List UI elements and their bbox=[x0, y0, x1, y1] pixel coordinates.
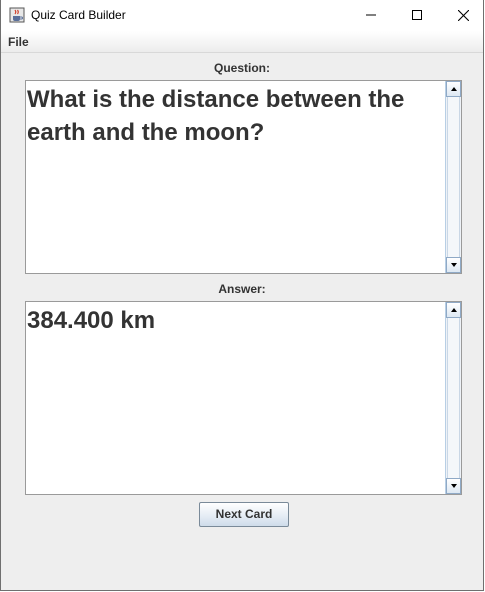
scroll-up-button[interactable] bbox=[446, 302, 461, 318]
answer-label: Answer: bbox=[218, 282, 266, 296]
next-card-button[interactable]: Next Card bbox=[199, 502, 289, 527]
scroll-down-button[interactable] bbox=[446, 257, 461, 273]
maximize-button[interactable] bbox=[394, 0, 440, 31]
question-scrollbar[interactable] bbox=[445, 81, 461, 273]
scrollbar-thumb[interactable] bbox=[447, 97, 460, 257]
arrow-down-icon bbox=[451, 484, 457, 488]
scroll-down-button[interactable] bbox=[446, 478, 461, 494]
question-textarea[interactable]: What is the distance between the earth a… bbox=[25, 80, 462, 274]
java-coffee-cup-icon bbox=[9, 7, 25, 23]
close-button[interactable] bbox=[440, 0, 483, 31]
arrow-down-icon bbox=[451, 263, 457, 267]
close-icon bbox=[458, 10, 469, 21]
arrow-up-icon bbox=[451, 308, 457, 312]
question-text[interactable]: What is the distance between the earth a… bbox=[27, 83, 444, 149]
window-title: Quiz Card Builder bbox=[31, 8, 126, 22]
answer-textarea[interactable]: 384.400 km bbox=[25, 301, 462, 495]
scrollbar-thumb[interactable] bbox=[447, 318, 460, 478]
menu-file[interactable]: File bbox=[8, 35, 29, 49]
menu-bar: File bbox=[1, 31, 483, 53]
question-label: Question: bbox=[214, 61, 270, 75]
minimize-icon bbox=[366, 14, 376, 16]
scroll-up-button[interactable] bbox=[446, 81, 461, 97]
quiz-card-builder-window: Quiz Card Builder File Question: What is… bbox=[0, 0, 484, 591]
title-bar[interactable]: Quiz Card Builder bbox=[1, 0, 483, 31]
answer-scrollbar[interactable] bbox=[445, 302, 461, 494]
answer-text[interactable]: 384.400 km bbox=[27, 304, 444, 337]
arrow-up-icon bbox=[451, 87, 457, 91]
maximize-icon bbox=[412, 10, 422, 20]
minimize-button[interactable] bbox=[348, 0, 394, 31]
